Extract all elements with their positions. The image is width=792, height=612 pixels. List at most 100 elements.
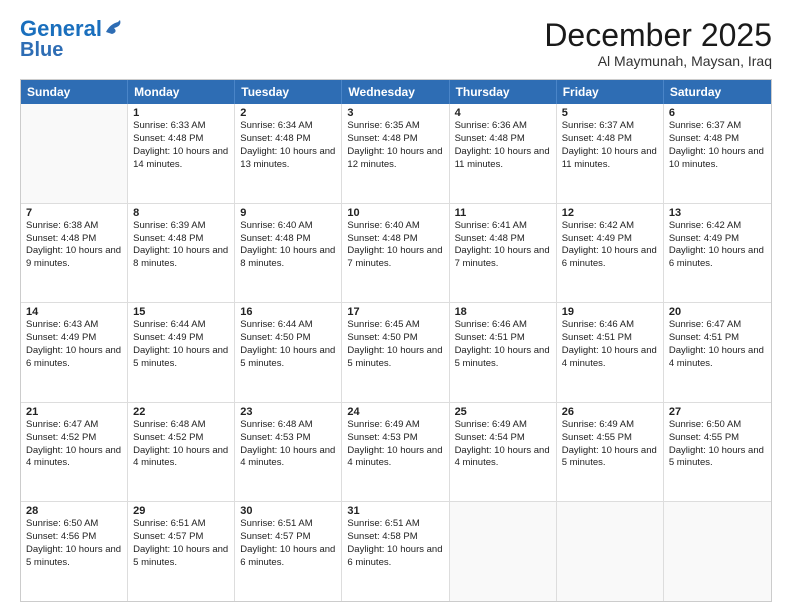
day-number: 29: [133, 505, 229, 517]
cal-cell: 14Sunrise: 6:43 AMSunset: 4:49 PMDayligh…: [21, 303, 128, 402]
day-number: 3: [347, 107, 443, 119]
day-number: 12: [562, 207, 658, 219]
cal-cell: 4Sunrise: 6:36 AMSunset: 4:48 PMDaylight…: [450, 104, 557, 203]
cell-info-line: Sunset: 4:55 PM: [669, 432, 766, 445]
header-day-friday: Friday: [557, 80, 664, 104]
cal-cell: 16Sunrise: 6:44 AMSunset: 4:50 PMDayligh…: [235, 303, 342, 402]
cell-info-line: Sunrise: 6:37 AM: [562, 120, 658, 133]
cell-info-line: Sunrise: 6:35 AM: [347, 120, 443, 133]
cell-info-line: Sunset: 4:57 PM: [240, 531, 336, 544]
cal-cell: 21Sunrise: 6:47 AMSunset: 4:52 PMDayligh…: [21, 403, 128, 502]
cell-info-line: Sunset: 4:52 PM: [26, 432, 122, 445]
cell-info-line: Sunrise: 6:48 AM: [133, 419, 229, 432]
calendar: SundayMondayTuesdayWednesdayThursdayFrid…: [20, 79, 772, 602]
day-number: 26: [562, 406, 658, 418]
day-number: 2: [240, 107, 336, 119]
cell-info-line: Sunset: 4:50 PM: [347, 332, 443, 345]
week-row-1: 1Sunrise: 6:33 AMSunset: 4:48 PMDaylight…: [21, 104, 771, 204]
week-row-4: 21Sunrise: 6:47 AMSunset: 4:52 PMDayligh…: [21, 403, 771, 503]
cell-info-line: Sunset: 4:56 PM: [26, 531, 122, 544]
cell-info-line: Daylight: 10 hours and 6 minutes.: [26, 345, 122, 371]
logo-text-blue: Blue: [20, 40, 63, 60]
cal-cell: 29Sunrise: 6:51 AMSunset: 4:57 PMDayligh…: [128, 502, 235, 601]
header-day-wednesday: Wednesday: [342, 80, 449, 104]
cell-info-line: Daylight: 10 hours and 4 minutes.: [455, 445, 551, 471]
cell-info-line: Sunset: 4:48 PM: [669, 133, 766, 146]
cal-cell: 7Sunrise: 6:38 AMSunset: 4:48 PMDaylight…: [21, 204, 128, 303]
cell-info-line: Daylight: 10 hours and 6 minutes.: [240, 544, 336, 570]
cell-info-line: Sunrise: 6:43 AM: [26, 319, 122, 332]
cell-info-line: Sunrise: 6:47 AM: [669, 319, 766, 332]
day-number: 19: [562, 306, 658, 318]
cell-info-line: Daylight: 10 hours and 11 minutes.: [562, 146, 658, 172]
day-number: 25: [455, 406, 551, 418]
cell-info-line: Sunrise: 6:40 AM: [347, 220, 443, 233]
cell-info-line: Sunset: 4:51 PM: [669, 332, 766, 345]
day-number: 22: [133, 406, 229, 418]
header-day-tuesday: Tuesday: [235, 80, 342, 104]
cell-info-line: Daylight: 10 hours and 5 minutes.: [240, 345, 336, 371]
cell-info-line: Sunset: 4:48 PM: [240, 233, 336, 246]
cell-info-line: Sunset: 4:48 PM: [347, 233, 443, 246]
cell-info-line: Sunset: 4:49 PM: [26, 332, 122, 345]
cell-info-line: Sunrise: 6:46 AM: [455, 319, 551, 332]
cell-info-line: Sunrise: 6:41 AM: [455, 220, 551, 233]
cell-info-line: Daylight: 10 hours and 5 minutes.: [26, 544, 122, 570]
day-number: 1: [133, 107, 229, 119]
cell-info-line: Sunrise: 6:48 AM: [240, 419, 336, 432]
day-number: 16: [240, 306, 336, 318]
cell-info-line: Sunrise: 6:38 AM: [26, 220, 122, 233]
cal-cell: [664, 502, 771, 601]
cal-cell: 1Sunrise: 6:33 AMSunset: 4:48 PMDaylight…: [128, 104, 235, 203]
cell-info-line: Sunrise: 6:46 AM: [562, 319, 658, 332]
cell-info-line: Sunset: 4:57 PM: [133, 531, 229, 544]
cell-info-line: Daylight: 10 hours and 7 minutes.: [347, 245, 443, 271]
header-day-thursday: Thursday: [450, 80, 557, 104]
cell-info-line: Sunrise: 6:49 AM: [347, 419, 443, 432]
day-number: 8: [133, 207, 229, 219]
cell-info-line: Daylight: 10 hours and 4 minutes.: [133, 445, 229, 471]
cal-cell: 8Sunrise: 6:39 AMSunset: 4:48 PMDaylight…: [128, 204, 235, 303]
cell-info-line: Daylight: 10 hours and 8 minutes.: [133, 245, 229, 271]
cell-info-line: Sunrise: 6:51 AM: [133, 518, 229, 531]
cell-info-line: Daylight: 10 hours and 7 minutes.: [455, 245, 551, 271]
cell-info-line: Daylight: 10 hours and 4 minutes.: [26, 445, 122, 471]
cell-info-line: Sunrise: 6:49 AM: [562, 419, 658, 432]
cell-info-line: Sunrise: 6:45 AM: [347, 319, 443, 332]
cell-info-line: Sunrise: 6:51 AM: [347, 518, 443, 531]
cal-cell: 28Sunrise: 6:50 AMSunset: 4:56 PMDayligh…: [21, 502, 128, 601]
cell-info-line: Sunset: 4:48 PM: [455, 233, 551, 246]
cell-info-line: Sunrise: 6:42 AM: [562, 220, 658, 233]
day-number: 20: [669, 306, 766, 318]
day-number: 18: [455, 306, 551, 318]
cell-info-line: Sunset: 4:48 PM: [133, 233, 229, 246]
logo-text: General: [20, 18, 102, 40]
day-number: 23: [240, 406, 336, 418]
cal-cell: [21, 104, 128, 203]
cal-cell: 3Sunrise: 6:35 AMSunset: 4:48 PMDaylight…: [342, 104, 449, 203]
page: General Blue December 2025 Al Maymunah, …: [0, 0, 792, 612]
cell-info-line: Sunrise: 6:51 AM: [240, 518, 336, 531]
cell-info-line: Daylight: 10 hours and 13 minutes.: [240, 146, 336, 172]
cell-info-line: Daylight: 10 hours and 12 minutes.: [347, 146, 443, 172]
day-number: 9: [240, 207, 336, 219]
day-number: 14: [26, 306, 122, 318]
cell-info-line: Daylight: 10 hours and 5 minutes.: [347, 345, 443, 371]
cal-cell: [557, 502, 664, 601]
day-number: 15: [133, 306, 229, 318]
cal-cell: 31Sunrise: 6:51 AMSunset: 4:58 PMDayligh…: [342, 502, 449, 601]
day-number: 17: [347, 306, 443, 318]
cal-cell: 25Sunrise: 6:49 AMSunset: 4:54 PMDayligh…: [450, 403, 557, 502]
cell-info-line: Daylight: 10 hours and 6 minutes.: [347, 544, 443, 570]
day-number: 7: [26, 207, 122, 219]
header: General Blue December 2025 Al Maymunah, …: [20, 18, 772, 69]
day-number: 4: [455, 107, 551, 119]
cal-cell: 13Sunrise: 6:42 AMSunset: 4:49 PMDayligh…: [664, 204, 771, 303]
cal-cell: 26Sunrise: 6:49 AMSunset: 4:55 PMDayligh…: [557, 403, 664, 502]
cal-cell: 23Sunrise: 6:48 AMSunset: 4:53 PMDayligh…: [235, 403, 342, 502]
cell-info-line: Sunrise: 6:39 AM: [133, 220, 229, 233]
day-number: 10: [347, 207, 443, 219]
cal-cell: 27Sunrise: 6:50 AMSunset: 4:55 PMDayligh…: [664, 403, 771, 502]
cell-info-line: Sunset: 4:51 PM: [562, 332, 658, 345]
cell-info-line: Sunset: 4:49 PM: [133, 332, 229, 345]
